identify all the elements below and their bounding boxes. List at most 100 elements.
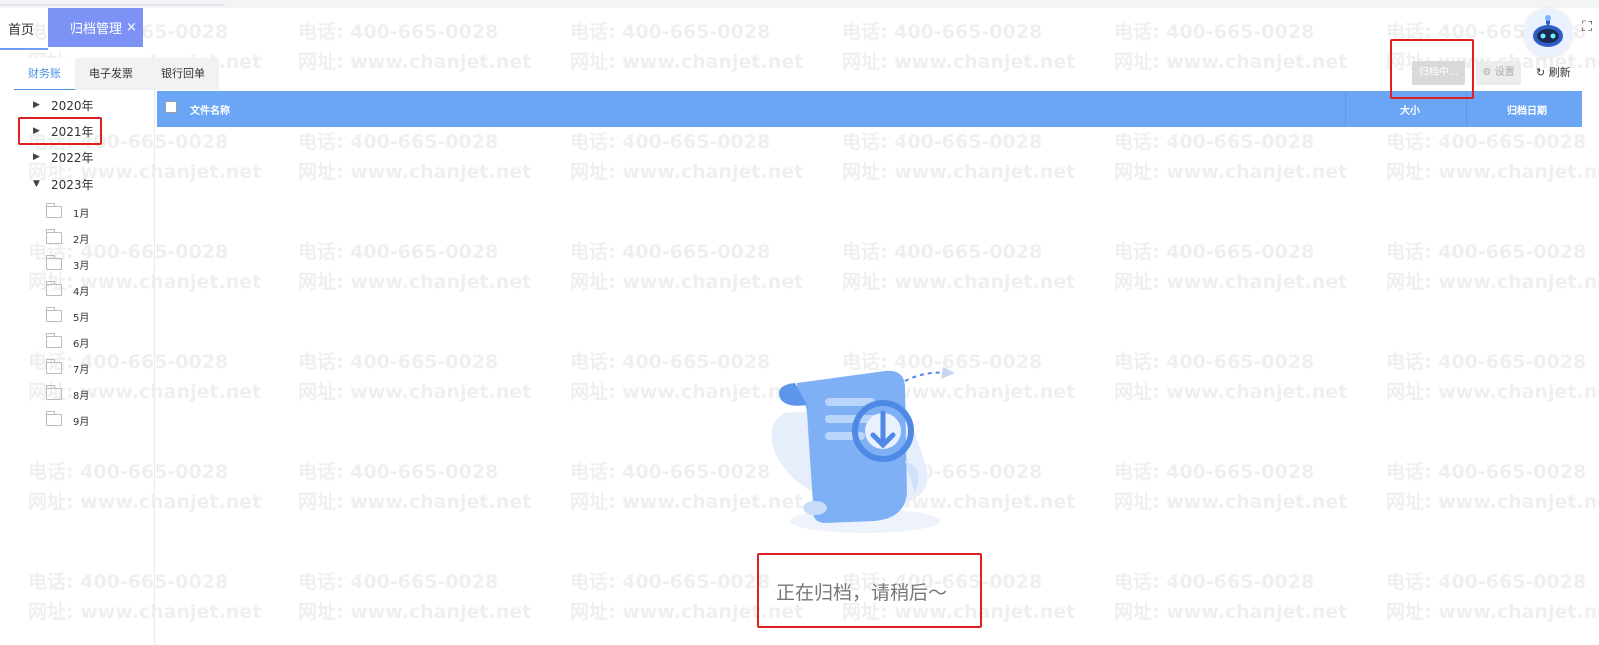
refresh-icon: ↻	[1536, 66, 1546, 79]
watermark-phone: 电话: 400-665-0028	[1386, 241, 1587, 263]
tab-archive-management-label: 归档管理	[70, 22, 123, 37]
watermark-phone: 电话: 400-665-0028	[842, 241, 1043, 263]
tree-year-label: 2020年	[51, 98, 94, 113]
watermark-site: 网址: www.chanjet.net	[298, 161, 532, 183]
watermark-phone: 电话: 400-665-0028	[298, 241, 499, 263]
folder-icon	[46, 333, 62, 348]
watermark-phone: 电话: 400-665-0028	[298, 131, 499, 153]
watermark-phone: 电话: 400-665-0028	[298, 571, 499, 593]
watermark-site: 网址: www.chanjet.net	[298, 601, 532, 623]
watermark-site: 网址: www.chanjet.net	[570, 51, 804, 73]
folder-icon	[46, 307, 62, 322]
watermark-site: 网址: www.chanjet.net	[298, 381, 532, 403]
watermark-phone: 电话: 400-665-0028	[570, 131, 771, 153]
annotation-box-status-text	[757, 553, 982, 628]
watermark-phone: 电话: 400-665-0028	[1114, 571, 1315, 593]
watermark-site: 网址: www.chanjet.net	[1114, 161, 1348, 183]
sub-tab-finance[interactable]: 财务账	[14, 58, 75, 90]
watermark-site: 网址: www.chanjet.net	[298, 271, 532, 293]
column-size[interactable]: 大小	[1394, 102, 1426, 117]
watermark-site: 网址: www.chanjet.net	[570, 161, 804, 183]
watermark-phone: 电话: 400-665-0028	[1114, 21, 1315, 43]
top-strip	[0, 0, 1599, 8]
settings-button[interactable]: ⚙ 设置	[1476, 61, 1521, 85]
watermark-phone: 电话: 400-665-0028	[1386, 461, 1587, 483]
watermark-phone: 电话: 400-665-0028	[1114, 461, 1315, 483]
refresh-button[interactable]: ↻ 刷新	[1536, 61, 1571, 85]
tree-month-7[interactable]: 7月	[46, 359, 89, 377]
tree-month-label: 2月	[73, 234, 90, 246]
tree-month-1[interactable]: 1月	[46, 203, 89, 221]
tree-month-label: 4月	[73, 286, 90, 298]
watermark-phone: 电话: 400-665-0028	[1386, 571, 1587, 593]
watermark-phone: 电话: 400-665-0028	[1114, 131, 1315, 153]
annotation-box-archiving-button	[1390, 39, 1474, 99]
watermark-site: 网址: www.chanjet.net	[298, 491, 532, 513]
tree-month-label: 7月	[73, 364, 90, 376]
refresh-label: 刷新	[1548, 66, 1571, 79]
folder-icon	[46, 411, 62, 426]
table-header: 文件名称 大小 归档日期	[157, 91, 1582, 127]
sub-tab-bank-receipt[interactable]: 银行回单	[147, 58, 219, 90]
folder-icon	[46, 281, 62, 296]
column-file-name[interactable]: 文件名称	[190, 102, 230, 117]
watermark-site: 网址: www.chanjet.net	[1386, 601, 1599, 623]
watermark-site: 网址: www.chanjet.net	[1114, 271, 1348, 293]
tree-month-label: 9月	[73, 416, 90, 428]
folder-icon	[46, 385, 62, 400]
watermark-phone: 电话: 400-665-0028	[298, 461, 499, 483]
tree-month-8[interactable]: 8月	[46, 385, 89, 403]
watermark-phone: 电话: 400-665-0028	[298, 21, 499, 43]
robot-icon	[1526, 11, 1570, 55]
tree-month-6[interactable]: 6月	[46, 333, 89, 351]
tree-year-2023[interactable]: ▼ 2023年	[33, 174, 94, 194]
folder-icon	[46, 229, 62, 244]
tree-month-label: 6月	[73, 338, 90, 350]
tree-year-2022[interactable]: ▶ 2022年	[33, 147, 94, 167]
watermark-phone: 电话: 400-665-0028	[1386, 131, 1587, 153]
watermark-phone: 电话: 400-665-0028	[298, 351, 499, 373]
column-divider	[1345, 91, 1346, 127]
select-all-checkbox[interactable]	[165, 101, 177, 113]
tree-month-9[interactable]: 9月	[46, 411, 89, 429]
top-strip-line	[0, 4, 225, 6]
watermark-site: 网址: www.chanjet.net	[1114, 491, 1348, 513]
folder-icon	[46, 255, 62, 270]
folder-icon	[46, 359, 62, 374]
tab-home-underline	[0, 48, 48, 50]
annotation-box-2021	[18, 117, 102, 145]
watermark-phone: 电话: 400-665-0028	[570, 461, 771, 483]
tab-archive-management[interactable]: 归档管理 ×	[48, 8, 143, 47]
watermark-site: 网址: www.chanjet.net	[1386, 161, 1599, 183]
tree-month-2[interactable]: 2月	[46, 229, 89, 247]
gear-icon: ⚙	[1482, 67, 1492, 78]
watermark-site: 网址: www.chanjet.net	[570, 271, 804, 293]
assistant-robot-avatar[interactable]	[1524, 9, 1572, 57]
watermark-phone: 电话: 400-665-0028	[570, 21, 771, 43]
watermark-site: 网址: www.chanjet.net	[842, 51, 1076, 73]
watermark-site: 网址: www.chanjet.net	[1386, 381, 1599, 403]
watermark-site: 网址: www.chanjet.net	[1386, 491, 1599, 513]
archive-management-page: 电话: 400-665-0028 网址: www.chanjet.net 电话: 4…	[0, 0, 1599, 645]
watermark-site: 网址: www.chanjet.net	[1386, 271, 1599, 293]
tab-home[interactable]: 首页	[8, 19, 34, 38]
folder-icon	[46, 203, 62, 218]
watermark-site: 网址: www.chanjet.net	[1114, 381, 1348, 403]
column-archive-date[interactable]: 归档日期	[1501, 102, 1553, 117]
watermark-phone: 电话: 400-665-0028	[1386, 351, 1587, 373]
tree-month-label: 5月	[73, 312, 90, 324]
sub-tabs: 财务账 电子发票 银行回单	[14, 58, 219, 90]
watermark-site: 网址: www.chanjet.net	[842, 161, 1076, 183]
watermark-phone: 电话: 400-665-0028	[570, 351, 771, 373]
tree-month-5[interactable]: 5月	[46, 307, 89, 325]
tree-month-4[interactable]: 4月	[46, 281, 89, 299]
archiving-illustration	[771, 367, 955, 533]
watermark-phone: 电话: 400-665-0028	[570, 241, 771, 263]
tree-year-2020[interactable]: ▶ 2020年	[33, 95, 94, 115]
caret-right-icon: ▶	[33, 100, 40, 110]
sub-tab-e-invoice[interactable]: 电子发票	[75, 58, 147, 90]
tree-month-label: 1月	[73, 208, 90, 220]
fullscreen-icon[interactable]: ⛶	[1578, 18, 1596, 36]
close-icon[interactable]: ×	[126, 20, 137, 35]
tree-month-3[interactable]: 3月	[46, 255, 89, 273]
